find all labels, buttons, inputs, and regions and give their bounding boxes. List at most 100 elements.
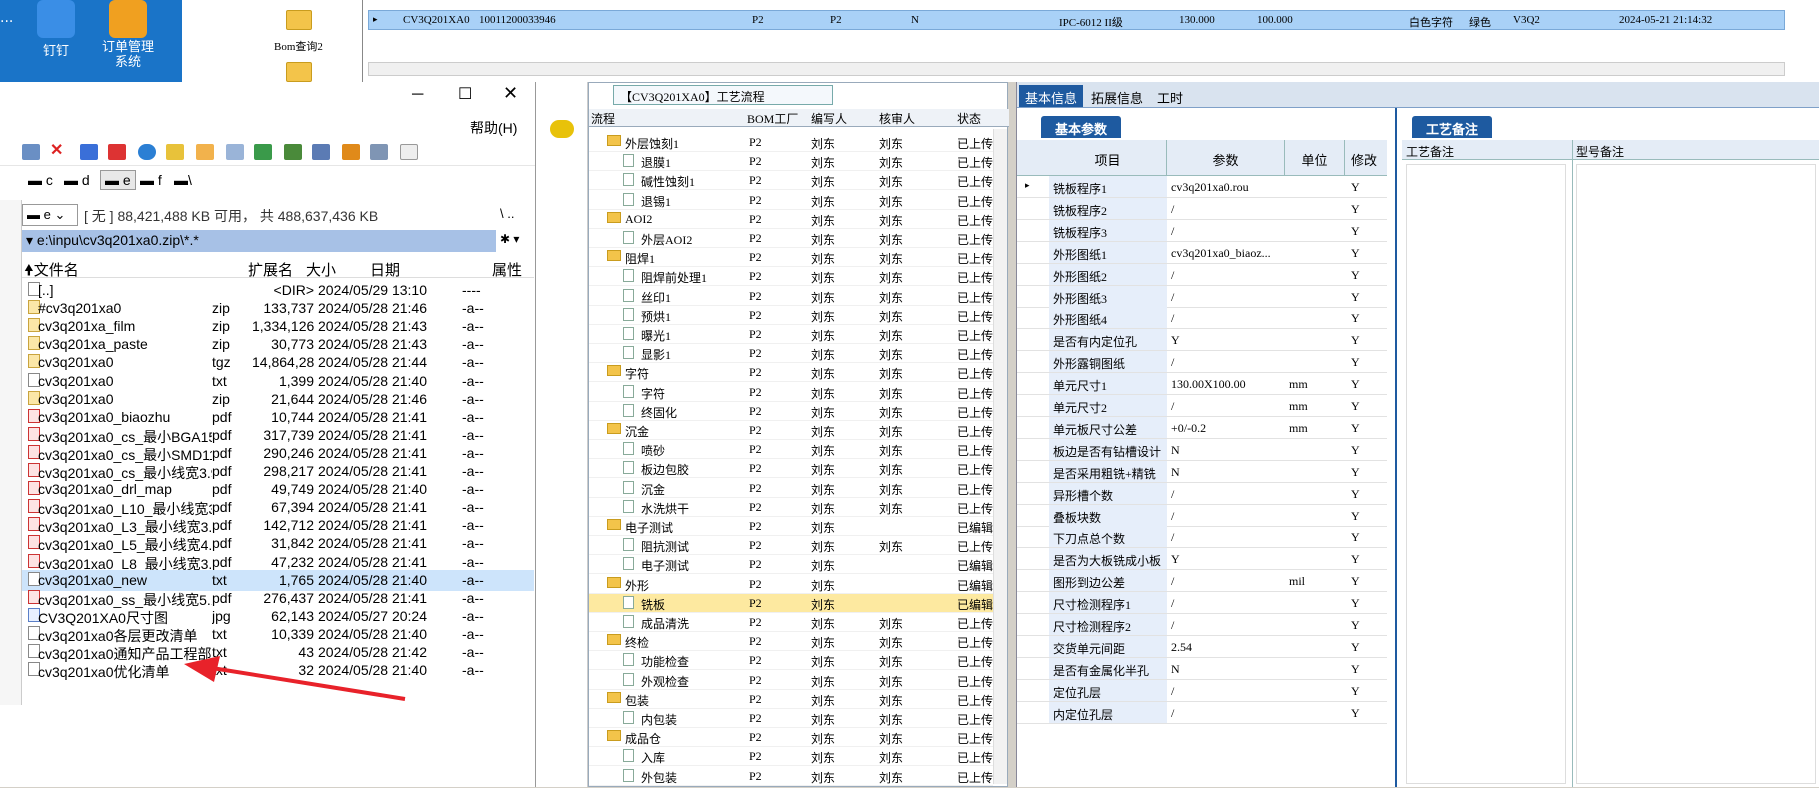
col-unit[interactable]: 单位 <box>1285 140 1345 176</box>
step-name: 成品仓 <box>625 732 662 747</box>
top-grid-hscrollbar[interactable] <box>368 62 1785 76</box>
param-value: +0/-0.2 <box>1171 420 1207 435</box>
workflow-row[interactable]: 水洗烘干 P2 刘东 刘东 已上传 <box>589 498 993 517</box>
step-name: 铣板 <box>641 597 666 612</box>
workflow-row[interactable]: 阻焊1 P2 刘东 刘东 已上传 <box>589 248 993 268</box>
step-status: 已上传 <box>957 213 993 228</box>
top-grid-selected-row[interactable]: ▸ CV3Q201XA0 10011200033946 P2 P2 N IPC-… <box>368 10 1785 30</box>
file-attr: -a-- <box>462 408 484 425</box>
workflow-row[interactable]: 入库 P2 刘东 刘东 已上传 <box>589 747 993 767</box>
workflow-row[interactable]: 内包装 P2 刘东 刘东 已上传 <box>589 709 993 728</box>
workflow-scrollbar[interactable] <box>993 129 1007 784</box>
workflow-row[interactable]: 电子测试 P2 刘东 已编辑 <box>589 517 993 536</box>
param-row[interactable]: 外形图纸4 / Y <box>1017 307 1387 330</box>
param-row[interactable]: 下刀点总个数 / Y <box>1017 526 1387 549</box>
workflow-row[interactable]: 显影1 P2 刘东 刘东 已上传 <box>589 344 993 364</box>
param-row[interactable]: 是否有金属化半孔 N Y <box>1017 657 1387 680</box>
col-modify[interactable]: 修改 <box>1351 150 1385 169</box>
param-row[interactable]: 单元板尺寸公差 +0/-0.2 mm Y <box>1017 416 1387 439</box>
param-row[interactable]: 异形槽个数 / Y <box>1017 482 1387 505</box>
chat-bubble-icon[interactable] <box>550 120 574 138</box>
step-status: 已上传 <box>957 405 993 420</box>
workflow-row[interactable]: 阻焊前处理1 P2 刘东 刘东 已上传 <box>589 267 993 287</box>
step-bom: P2 <box>749 576 762 591</box>
step-checker: 刘东 <box>879 444 904 459</box>
file-row[interactable]: cv3q201xa0优化清单 txt 32 2024/05/28 21:40 -a-- <box>22 660 534 681</box>
workflow-row[interactable]: 外层AOI2 P2 刘东 刘东 已上传 <box>589 229 993 248</box>
workflow-row[interactable]: 阻抗测试 P2 刘东 刘东 已上传 <box>589 536 993 556</box>
model-notes-field[interactable] <box>1576 164 1816 784</box>
workflow-row[interactable]: AOI2 P2 刘东 刘东 已上传 <box>589 210 993 229</box>
file-name: cv3q201xa0优化清单 <box>38 664 170 681</box>
workflow-row[interactable]: 碱性蚀刻1 P2 刘东 刘东 已上传 <box>589 171 993 191</box>
workflow-row[interactable]: 外观检查 P2 刘东 刘东 已上传 <box>589 671 993 690</box>
param-row[interactable]: 板边是否有钻槽设计 N Y <box>1017 438 1387 461</box>
param-row[interactable]: 铣板程序3 / Y <box>1017 219 1387 242</box>
cell-width: 130.000 <box>1179 14 1215 26</box>
workflow-row[interactable]: 外形 P2 刘东 已编辑 <box>589 575 993 594</box>
param-row[interactable]: 外形露铜图纸 / Y <box>1017 351 1387 374</box>
file-attr: -a-- <box>462 463 484 479</box>
param-row[interactable]: 尺寸检测程序2 / Y <box>1017 614 1387 636</box>
file-date: 2024/05/28 21:40 <box>318 625 427 642</box>
workflow-row[interactable]: 板边包胶 P2 刘东 刘东 已上传 <box>589 459 993 479</box>
step-writer: 刘东 <box>811 194 836 209</box>
param-row[interactable]: 尺寸检测程序1 / Y <box>1017 592 1387 615</box>
param-row[interactable]: 是否为大板铣成小板 Y Y <box>1017 548 1387 571</box>
file-attr: -a-- <box>462 481 484 498</box>
file-attr: -a-- <box>462 354 484 371</box>
workflow-row[interactable]: 终检 P2 刘东 刘东 已上传 <box>589 632 993 652</box>
param-row[interactable]: 是否有内定位孔 Y Y <box>1017 329 1387 352</box>
workflow-row[interactable]: 字符 P2 刘东 刘东 已上传 <box>589 383 993 402</box>
tab-extended-info[interactable]: 拓展信息 <box>1085 85 1149 107</box>
workflow-row[interactable]: 预烘1 P2 刘东 刘东 已上传 <box>589 306 993 325</box>
workflow-row[interactable]: 沉金 P2 刘东 刘东 已上传 <box>589 479 993 498</box>
param-row[interactable]: ▸ 铣板程序1 cv3q201xa0.rou Y <box>1017 176 1387 198</box>
workflow-row[interactable]: 外层蚀刻1 P2 刘东 刘东 已上传 <box>589 133 993 152</box>
step-checker: 刘东 <box>879 271 904 286</box>
param-row[interactable]: 单元尺寸2 / mm Y <box>1017 395 1387 417</box>
workflow-row[interactable]: 字符 P2 刘东 刘东 已上传 <box>589 363 993 383</box>
param-row[interactable]: 内定位孔层 / Y <box>1017 701 1387 724</box>
folder-icon <box>607 423 621 434</box>
workflow-row[interactable]: 外包装 P2 刘东 刘东 已上传 <box>589 767 993 786</box>
param-row[interactable]: 是否采用粗铣+精铣 N Y <box>1017 460 1387 483</box>
workflow-row[interactable]: 退膜1 P2 刘东 刘东 已上传 <box>589 152 993 172</box>
param-row[interactable]: 图形到边公差 / mil Y <box>1017 570 1387 593</box>
workflow-row[interactable]: 包装 P2 刘东 刘东 已上传 <box>589 690 993 709</box>
tab-work-hours[interactable]: 工时 <box>1151 85 1189 107</box>
workflow-row[interactable]: 退锡1 P2 刘东 刘东 已上传 <box>589 191 993 210</box>
workflow-row[interactable]: 成品仓 P2 刘东 刘东 已上传 <box>589 728 993 748</box>
file-date: 2024/05/28 21:46 <box>318 300 427 317</box>
step-writer: 刘东 <box>811 386 836 401</box>
workflow-row[interactable]: 丝印1 P2 刘东 刘东 已上传 <box>589 287 993 306</box>
param-modify: Y <box>1351 596 1360 611</box>
workflow-row[interactable]: 曝光1 P2 刘东 刘东 已上传 <box>589 325 993 344</box>
param-row[interactable]: 铣板程序2 / Y <box>1017 197 1387 220</box>
step-status: 已上传 <box>957 501 993 516</box>
col-param[interactable]: 参数 <box>1167 140 1285 176</box>
param-row[interactable]: 外形图纸1 cv3q201xa0_biaoz... Y <box>1017 241 1387 264</box>
step-writer: 刘东 <box>811 540 836 555</box>
workflow-row[interactable]: 电子测试 P2 刘东 已编辑 <box>589 555 993 575</box>
craft-notes-field[interactable] <box>1406 164 1566 784</box>
param-row[interactable]: 叠板块数 / Y <box>1017 504 1387 527</box>
workflow-row[interactable]: 功能检查 P2 刘东 刘东 已上传 <box>589 651 993 671</box>
workflow-row[interactable]: 成品清洗 P2 刘东 刘东 已上传 <box>589 613 993 632</box>
workflow-row[interactable]: 铣板 P2 刘东 已编辑 <box>589 593 993 613</box>
file-size: 62,143 <box>271 607 314 624</box>
param-modify: Y <box>1351 377 1360 392</box>
param-row[interactable]: 单元尺寸1 130.00X100.00 mm Y <box>1017 373 1387 396</box>
param-row[interactable]: 外形图纸3 / Y <box>1017 285 1387 308</box>
param-row[interactable]: 交货单元间距 2.54 Y <box>1017 635 1387 658</box>
param-row[interactable]: 定位孔层 / Y <box>1017 679 1387 702</box>
col-item[interactable]: 项目 <box>1049 140 1167 176</box>
step-status: 已上传 <box>957 482 993 497</box>
workflow-row[interactable]: 喷砂 P2 刘东 刘东 已上传 <box>589 440 993 460</box>
workflow-row[interactable]: 终固化 P2 刘东 刘东 已上传 <box>589 402 993 421</box>
file-size: 1,399 <box>278 372 314 389</box>
workflow-row[interactable]: 沉金 P2 刘东 刘东 已上传 <box>589 421 993 440</box>
file-attr: -a-- <box>462 499 484 516</box>
tab-basic-info[interactable]: 基本信息 <box>1019 85 1084 107</box>
param-row[interactable]: 外形图纸2 / Y <box>1017 263 1387 286</box>
